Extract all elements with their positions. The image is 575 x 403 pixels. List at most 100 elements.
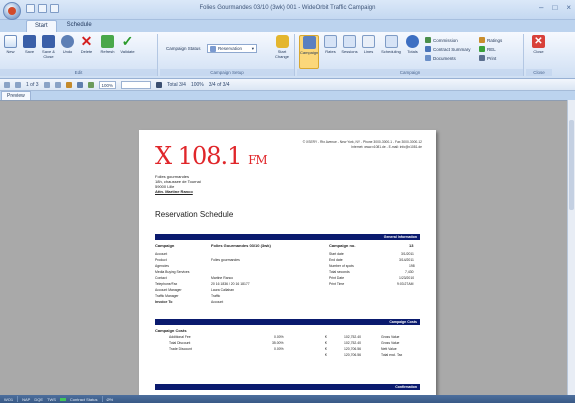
sessions-icon <box>343 35 356 48</box>
save-icon <box>23 35 36 48</box>
delete-button[interactable]: ✕ Delete <box>78 33 95 54</box>
page-indicator: 1 of 3 <box>26 81 39 88</box>
tab-start[interactable]: Start <box>26 20 57 32</box>
pages-of-label: 3/4 of 3/4 <box>208 81 230 88</box>
new-icon <box>4 35 17 48</box>
status-item-2: NAP <box>22 396 31 402</box>
ribbon-group-close: ✕ Close Close <box>526 34 552 76</box>
campaign-no-label: Campaign no. <box>329 243 356 248</box>
refresh-button[interactable]: Refresh <box>99 35 116 54</box>
vertical-scrollbar[interactable] <box>567 100 575 395</box>
contract-summary-button[interactable]: Contract Summary <box>425 46 471 52</box>
station-logo: X 108.1 FM <box>155 142 268 170</box>
start-change-button[interactable]: Start Change <box>272 35 292 59</box>
title-bar: Folies Gourmandes 03/10 (3wk) 001 - Wide… <box>0 0 575 20</box>
preview-toolbar: 1 of 3 100% Total 3/4 100% 3/4 of 3/4 <box>0 79 575 91</box>
search-input[interactable] <box>121 80 152 89</box>
campaign-status-select[interactable]: Reservation ▾ <box>207 44 257 53</box>
documents-icon <box>425 55 431 61</box>
campaign-value: Folies Gourmandes 03/10 (3wk) <box>211 243 271 248</box>
status-item-3: DQE <box>34 396 44 402</box>
status-item-4: TWS <box>47 396 56 402</box>
save-button[interactable]: Save <box>21 35 38 54</box>
print-preview-icon[interactable] <box>65 81 72 88</box>
zoom-select[interactable]: 100% <box>98 80 117 89</box>
binoculars-icon[interactable] <box>156 81 163 88</box>
ratings-icon <box>479 37 485 43</box>
checkmark-icon: ✓ <box>121 33 134 49</box>
status-percent: Ø% <box>106 396 114 402</box>
undo-icon <box>61 35 74 48</box>
documents-button[interactable]: Documents <box>425 55 456 61</box>
save-close-button[interactable]: Save & Close <box>40 35 57 59</box>
next-page-icon[interactable] <box>43 81 50 88</box>
refresh-icon <box>101 35 114 48</box>
ribbon-group-edit: New Save Save & Close Undo ✕ Delete Refre… <box>0 34 158 76</box>
first-page-icon[interactable] <box>4 81 10 88</box>
close-icon: ✕ <box>532 35 545 48</box>
report-page: X 108.1 FM © XSERY - Rtx Avenue - New Yo… <box>139 130 436 395</box>
total-label: Total 3/4 <box>167 81 186 88</box>
group-label-close: Close <box>526 69 552 76</box>
validate-button[interactable]: ✓ Validate <box>119 33 136 54</box>
close-button[interactable]: ✕ Close <box>530 35 547 54</box>
rates-icon <box>324 35 337 48</box>
status-icon <box>210 45 216 52</box>
group-label-campaign: Campaign <box>297 69 523 76</box>
section-band-general: General Information <box>155 234 420 240</box>
print-button[interactable]: Print <box>479 55 496 61</box>
totals-icon <box>406 35 419 48</box>
scheduling-button[interactable]: Scheduling <box>380 35 402 54</box>
window-title: Folies Gourmandes 03/10 (3wk) 001 - Wide… <box>199 5 376 11</box>
ribbon-group-campaign: Campaign Rates Sessions Lines Scheduling… <box>297 34 524 76</box>
new-button[interactable]: New <box>2 35 19 54</box>
tab-schedule[interactable]: Schedule <box>59 20 100 32</box>
commission-button[interactable]: Commission <box>425 37 458 43</box>
undo-button[interactable]: Undo <box>59 35 76 54</box>
page-setup-icon[interactable] <box>76 81 83 88</box>
ratings-button[interactable]: Ratings <box>479 37 502 43</box>
chevron-down-icon: ▾ <box>251 45 254 51</box>
group-label-campaign-setup: Campaign Setup <box>160 69 294 76</box>
scrollbar-thumb[interactable] <box>569 120 574 210</box>
contract-summary-icon <box>425 46 431 52</box>
status-separator <box>17 396 19 402</box>
prev-page-icon[interactable] <box>15 81 21 88</box>
station-address: © XSERY - Rtx Avenue - New York, NY - Ph… <box>302 140 422 149</box>
delete-icon: ✕ <box>80 33 93 49</box>
commission-icon <box>425 37 431 43</box>
status-item-1: WO1 <box>4 396 14 402</box>
rel-icon <box>479 46 485 52</box>
totals-button[interactable]: Totals <box>404 35 421 54</box>
section-band-confirmation: Confirmation <box>155 384 420 390</box>
minimize-icon[interactable]: – <box>539 3 543 12</box>
scheduling-icon <box>384 35 398 48</box>
save-close-icon <box>42 35 55 48</box>
group-label-edit: Edit <box>0 69 157 76</box>
status-bar: WO1 NAP DQE TWS Contract Status Ø% <box>0 395 575 403</box>
campaign-icon <box>302 36 316 49</box>
section-band-costs: Campaign Costs <box>155 319 420 325</box>
recipient-block: Folies gourmandes 18h, chaussee de Tourn… <box>155 174 201 194</box>
last-page-icon[interactable] <box>54 81 61 88</box>
costs-title: Campaign Costs <box>155 328 187 333</box>
ribbon-group-campaign-setup: Campaign Status Reservation ▾ Start Chan… <box>160 34 295 76</box>
percent-label: 100% <box>190 81 204 88</box>
campaign-button[interactable]: Campaign <box>299 35 319 69</box>
rel-button[interactable]: REL <box>479 46 496 52</box>
lock-icon <box>275 35 289 48</box>
status-separator <box>101 396 103 402</box>
ribbon-tabs: Start Schedule <box>0 20 575 32</box>
status-indicator <box>59 397 66 401</box>
rates-button[interactable]: Rates <box>322 35 339 54</box>
tab-preview[interactable]: Preview <box>1 91 31 100</box>
export-icon[interactable] <box>87 81 94 88</box>
maximize-icon[interactable]: □ <box>552 3 557 12</box>
sessions-button[interactable]: Sessions <box>341 35 358 54</box>
ribbon: New Save Save & Close Undo ✕ Delete Refre… <box>0 32 575 79</box>
campaign-no-value: 13 <box>409 243 414 248</box>
lines-button[interactable]: Lines <box>360 35 377 54</box>
contract-status: Contract Status <box>69 396 98 402</box>
document-title: Reservation Schedule <box>155 210 234 219</box>
close-window-icon[interactable]: × <box>566 3 571 12</box>
